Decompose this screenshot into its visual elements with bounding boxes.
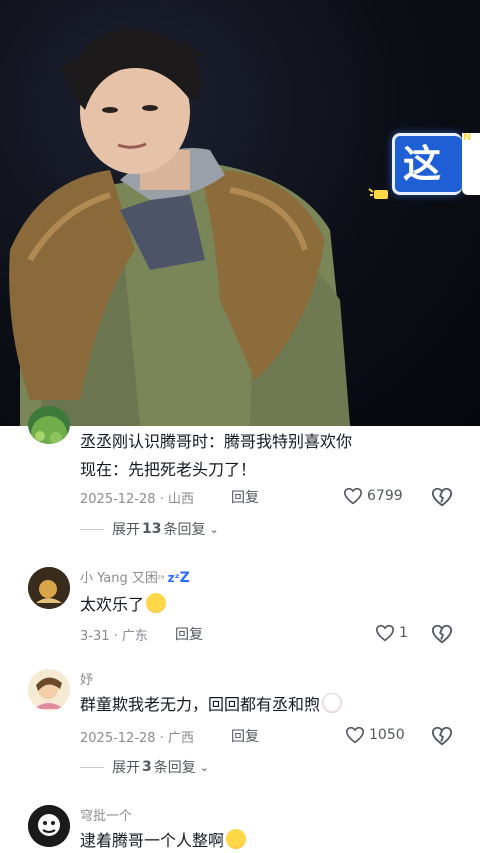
expand-suffix: 条回复 — [153, 760, 196, 776]
comment-text-content: 逮着腾哥一个人整啊 — [80, 831, 225, 850]
broken-heart-icon[interactable] — [431, 725, 453, 747]
expand-label: 展开 — [112, 760, 140, 776]
avatar[interactable] — [28, 805, 70, 847]
like-count: 1050 — [369, 727, 405, 743]
expand-divider — [80, 528, 104, 530]
comment-item: 丞丞刚认识腾哥时：腾哥我特别喜欢你 现在：先把死老头刀了！ 2025-12-28… — [0, 406, 480, 546]
crying-laughing-emoji-icon — [226, 829, 247, 849]
comment-text-line-2: 现在：先把死老头刀了！ — [80, 460, 257, 479]
avatar[interactable] — [28, 669, 70, 711]
laughing-emoji-icon — [146, 593, 167, 613]
comment-location: 广西 — [167, 731, 194, 746]
username-suffix: ᶦᵃ — [157, 574, 168, 585]
video-caption-badge: N — [463, 132, 472, 143]
chevron-down-icon: ⌄ — [209, 522, 219, 536]
sticker-icon — [368, 186, 390, 206]
username[interactable]: 妤 — [80, 669, 93, 688]
comment-meta: 2025-12-28 · 广西 — [80, 727, 194, 746]
reply-button[interactable]: 回复 — [231, 487, 259, 507]
video-frame-person — [9, 29, 350, 426]
expand-suffix: 条回复 — [163, 522, 206, 538]
video-caption-char: 这 — [403, 142, 442, 186]
expand-divider — [80, 766, 104, 768]
comment-meta: 2025-12-28 · 山西 — [80, 488, 194, 507]
expand-replies-button[interactable]: 展开 13 条回复 ⌄ — [80, 519, 219, 539]
comment-text-content: 群童欺我老无力，回回都有丞和煦 — [80, 695, 321, 714]
comment-item: 妤 群童欺我老无力，回回都有丞和煦 2025-12-28 · 广西 回复 105… — [0, 666, 480, 786]
like-button[interactable]: 1050 — [345, 726, 405, 744]
heart-icon — [375, 624, 395, 642]
like-button[interactable]: 1 — [375, 624, 408, 642]
meta-dot: · — [155, 492, 168, 507]
comment-text-content: 太欢乐了 — [80, 595, 145, 614]
comment-date: 3-31 — [80, 629, 110, 644]
cat-emoji-icon — [322, 693, 343, 713]
username[interactable]: 小 Yang 又困ᶦᵃ zᶻZ — [80, 567, 190, 586]
comment-text: 丞丞刚认识腾哥时：腾哥我特别喜欢你 — [80, 432, 353, 451]
like-button[interactable]: 6799 — [343, 487, 403, 505]
comment-item: 穹批一个 逮着腾哥一个人整啊 — [0, 802, 480, 853]
comment-text: 逮着腾哥一个人整啊 — [80, 827, 247, 853]
comment-location: 山西 — [167, 492, 194, 507]
username[interactable]: 穹批一个 — [80, 805, 132, 824]
username-text: 小 Yang 又困 — [80, 571, 158, 586]
meta-dot: · — [109, 629, 122, 644]
expand-replies-button[interactable]: 展开 3 条回复 ⌄ — [80, 757, 209, 777]
video-caption-box: 这 — [392, 133, 462, 195]
comment-item: 小 Yang 又困ᶦᵃ zᶻZ 太欢乐了 3-31 · 广东 回复 1 — [0, 562, 480, 652]
comment-meta: 3-31 · 广东 — [80, 625, 148, 644]
reply-button[interactable]: 回复 — [175, 624, 203, 644]
broken-heart-icon[interactable] — [431, 486, 453, 508]
reply-button[interactable]: 回复 — [231, 726, 259, 746]
expand-count: 13 — [142, 521, 162, 537]
comment-text: 群童欺我老无力，回回都有丞和煦 — [80, 691, 343, 719]
avatar[interactable] — [28, 406, 70, 444]
meta-dot: · — [155, 731, 168, 746]
like-count: 6799 — [367, 488, 403, 504]
comment-text: 太欢乐了 — [80, 591, 167, 619]
expand-label: 展开 — [112, 522, 140, 538]
chevron-down-icon: ⌄ — [199, 760, 209, 774]
comment-date: 2025-12-28 — [80, 492, 156, 507]
comment-location: 广东 — [121, 629, 148, 644]
comment-date: 2025-12-28 — [80, 731, 156, 746]
heart-icon — [345, 726, 365, 744]
expand-count: 3 — [142, 759, 152, 775]
avatar[interactable] — [28, 567, 70, 609]
sleep-icon: zᶻZ — [167, 570, 190, 586]
video-player[interactable]: 这 N — [0, 0, 480, 426]
broken-heart-icon[interactable] — [431, 623, 453, 645]
heart-icon — [343, 487, 363, 505]
like-count: 1 — [399, 625, 408, 641]
